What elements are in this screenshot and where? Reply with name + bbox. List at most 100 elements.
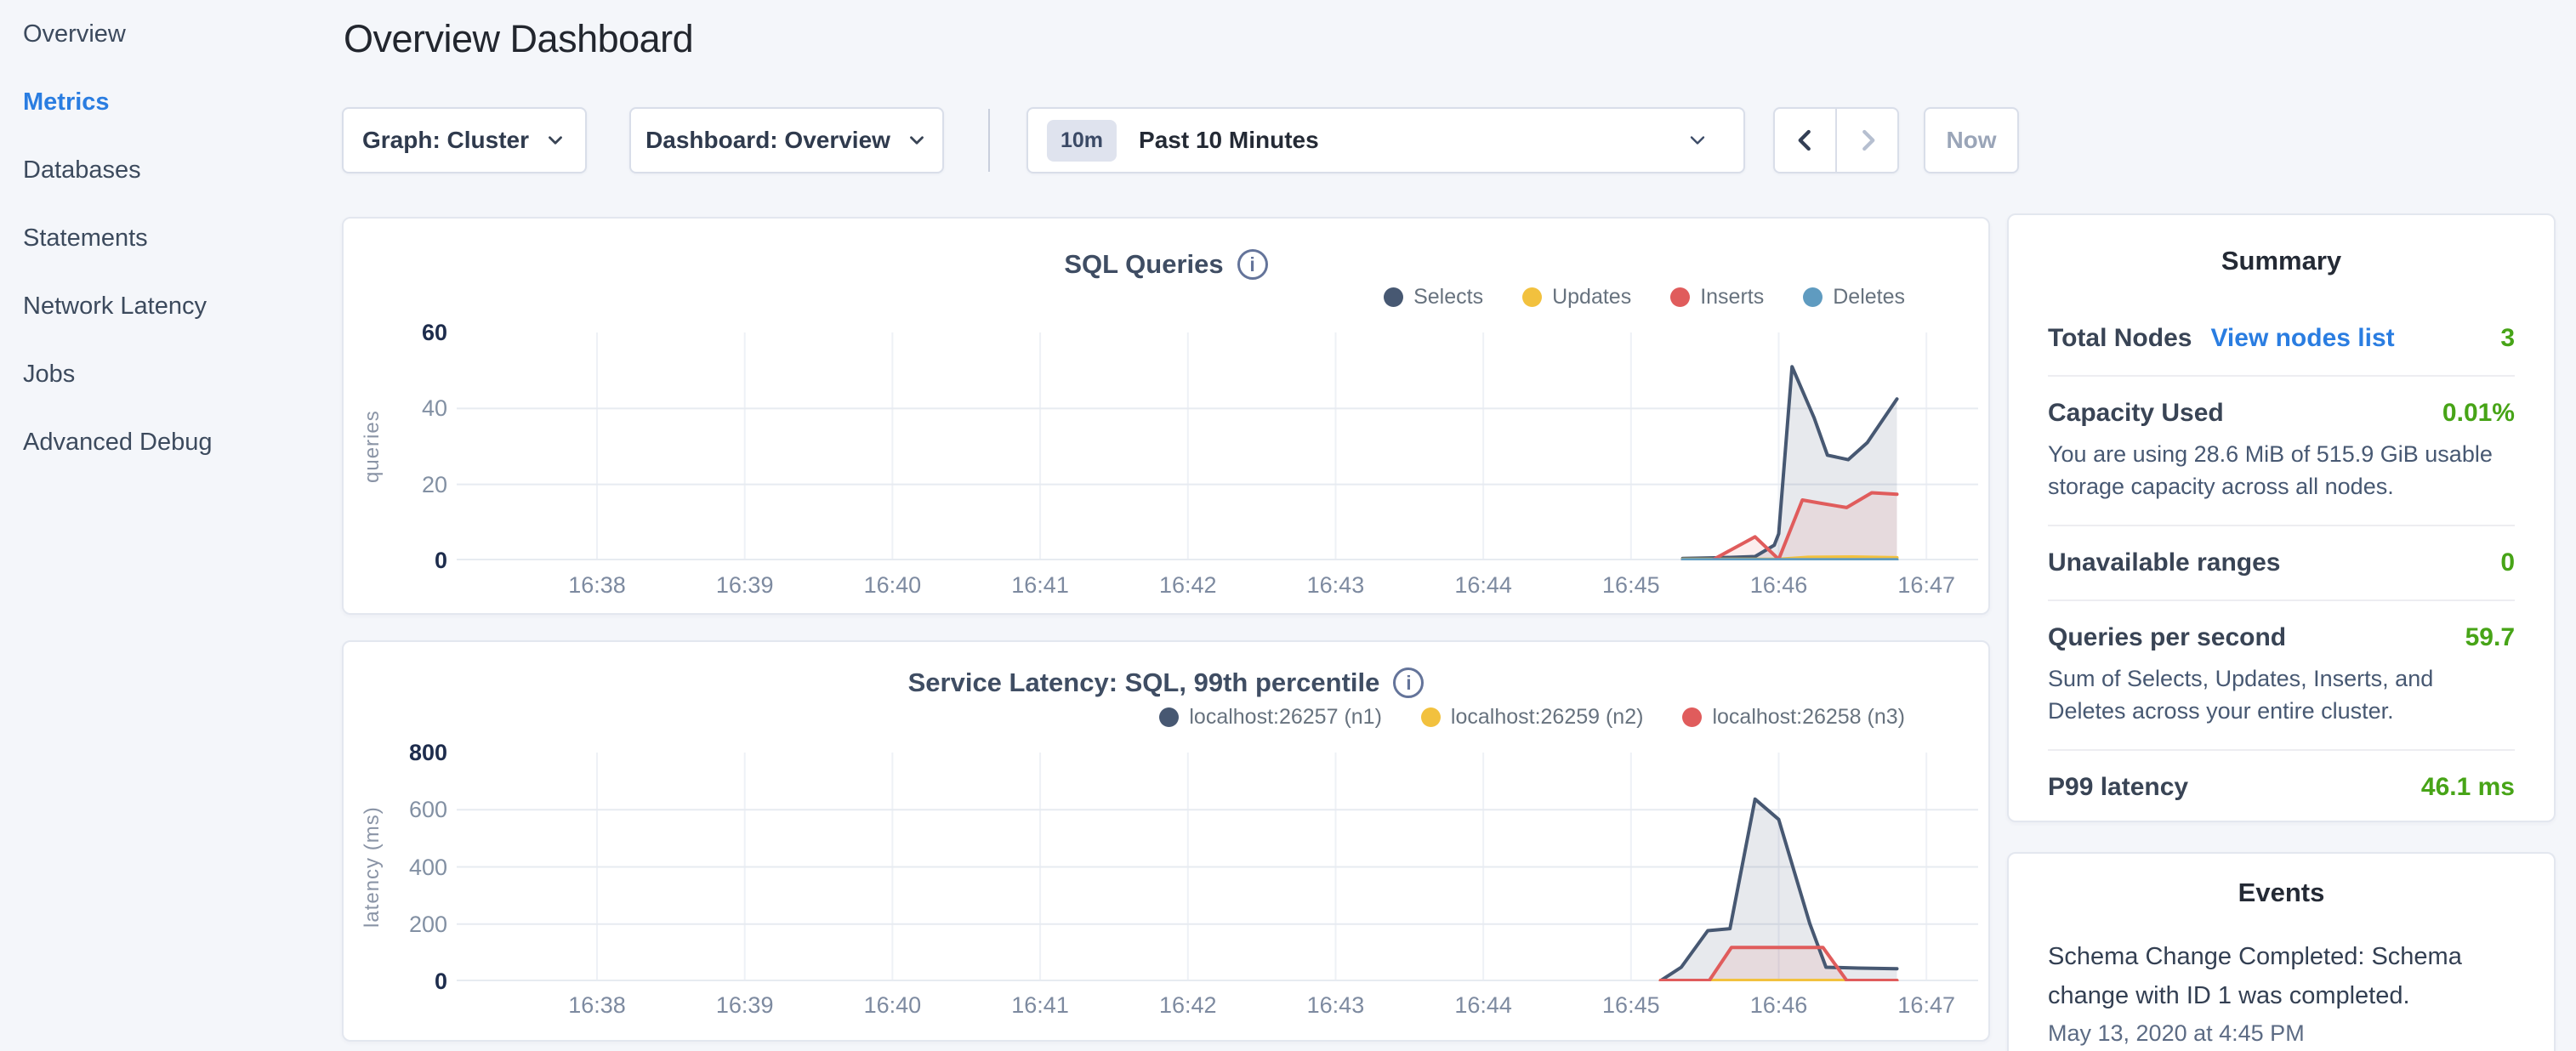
now-button[interactable]: Now xyxy=(1924,107,2019,173)
x-tick-label: 16:46 xyxy=(1728,572,1830,599)
sidebar-item-metrics[interactable]: Metrics xyxy=(0,68,332,136)
chart-canvas xyxy=(457,332,1978,560)
chevron-down-icon xyxy=(906,129,928,151)
y-tick-label: 800 xyxy=(386,740,447,765)
legend-item[interactable]: localhost:26258 (n3) xyxy=(1682,705,1905,730)
summary-row-total-nodes: Total Nodes View nodes list 3 xyxy=(2048,302,2515,375)
view-nodes-list-link[interactable]: View nodes list xyxy=(2210,324,2394,353)
chevron-down-icon xyxy=(544,129,566,151)
legend-dot-icon xyxy=(1682,707,1702,727)
legend-label: Selects xyxy=(1413,285,1483,310)
x-tick-label: 16:40 xyxy=(841,572,943,599)
summary-row-description: You are using 28.6 MiB of 515.9 GiB usab… xyxy=(2048,438,2515,503)
chart-legend: localhost:26257 (n1) localhost:26259 (n2)… xyxy=(1159,705,1905,730)
legend-label: localhost:26257 (n1) xyxy=(1189,705,1382,730)
info-icon[interactable]: i xyxy=(1237,249,1268,280)
time-step-buttons xyxy=(1773,107,1899,173)
chart-plot-area xyxy=(457,332,1978,560)
x-tick-label: 16:47 xyxy=(1875,992,1977,1019)
x-tick-label: 16:40 xyxy=(841,992,943,1019)
x-tick-label: 16:38 xyxy=(546,572,648,599)
event-text: Schema Change Completed: Schema change w… xyxy=(2048,937,2515,1015)
y-axis-unit-label: queries xyxy=(355,332,390,560)
graph-dropdown[interactable]: Graph: Cluster xyxy=(342,107,587,173)
summary-row-unavailable-ranges: Unavailable ranges 0 xyxy=(2048,525,2515,599)
service-latency-chart-panel: Service Latency: SQL, 99th percentile i … xyxy=(342,640,1990,1042)
sidebar-item-overview[interactable]: Overview xyxy=(0,0,332,68)
legend-dot-icon xyxy=(1803,287,1823,307)
legend-item[interactable]: Updates xyxy=(1522,285,1631,310)
summary-row-value: 46.1 ms xyxy=(2421,773,2515,802)
legend-dot-icon xyxy=(1384,287,1403,307)
summary-row-label: Unavailable ranges xyxy=(2048,548,2280,577)
summary-row-label: Total Nodes xyxy=(2048,324,2192,353)
events-title: Events xyxy=(2048,878,2515,908)
dashboard-dropdown-label: Dashboard: Overview xyxy=(645,127,890,154)
time-range-label: Past 10 Minutes xyxy=(1139,127,1319,154)
summary-row-label: Capacity Used xyxy=(2048,399,2224,428)
events-panel: Events Schema Change Completed: Schema c… xyxy=(2007,852,2556,1051)
sidebar-item-advanced-debug[interactable]: Advanced Debug xyxy=(0,408,332,476)
x-tick-label: 16:44 xyxy=(1432,992,1534,1019)
y-tick-label: 40 xyxy=(386,395,447,421)
x-tick-label: 16:47 xyxy=(1875,572,1977,599)
legend-label: Deletes xyxy=(1833,285,1905,310)
controls-divider xyxy=(988,109,990,172)
y-tick-label: 200 xyxy=(386,912,447,937)
x-axis-ticks: 16:3816:3916:4016:4116:4216:4316:4416:45… xyxy=(457,992,1978,1021)
x-tick-label: 16:42 xyxy=(1137,572,1239,599)
legend-item[interactable]: Selects xyxy=(1384,285,1483,310)
summary-row-queries-per-second: Queries per second 59.7 Sum of Selects, … xyxy=(2048,599,2515,749)
sidebar-item-statements[interactable]: Statements xyxy=(0,204,332,272)
y-tick-label: 400 xyxy=(386,855,447,880)
page-title: Overview Dashboard xyxy=(344,17,693,61)
sql-queries-chart-panel: SQL Queries i SelectsUpdatesInsertsDelet… xyxy=(342,217,1990,615)
y-axis-ticks: 0204060 xyxy=(386,332,447,560)
dashboard-dropdown[interactable]: Dashboard: Overview xyxy=(629,107,944,173)
chart-legend: Selects Updates Inserts Deletes xyxy=(1384,285,1905,310)
legend-label: localhost:26259 (n2) xyxy=(1451,705,1644,730)
x-tick-label: 16:45 xyxy=(1580,992,1682,1019)
summary-row-p99-latency: P99 latency 46.1 ms xyxy=(2048,749,2515,824)
x-tick-label: 16:46 xyxy=(1728,992,1830,1019)
time-window-badge: 10m xyxy=(1047,120,1117,162)
summary-row-label: P99 latency xyxy=(2048,773,2188,802)
legend-dot-icon xyxy=(1670,287,1690,307)
sidebar-item-network-latency[interactable]: Network Latency xyxy=(0,272,332,340)
sidebar-item-jobs[interactable]: Jobs xyxy=(0,340,332,408)
x-axis-ticks: 16:3816:3916:4016:4116:4216:4316:4416:45… xyxy=(457,572,1978,601)
graph-dropdown-label: Graph: Cluster xyxy=(362,127,529,154)
y-tick-label: 20 xyxy=(386,472,447,497)
event-list-item[interactable]: Schema Change Completed: Schema change w… xyxy=(2048,937,2515,1047)
x-tick-label: 16:42 xyxy=(1137,992,1239,1019)
y-tick-label: 0 xyxy=(386,548,447,573)
legend-item[interactable]: localhost:26257 (n1) xyxy=(1159,705,1382,730)
legend-item[interactable]: Deletes xyxy=(1803,285,1905,310)
info-icon[interactable]: i xyxy=(1393,668,1424,698)
legend-dot-icon xyxy=(1159,707,1179,727)
summary-panel: Summary Total Nodes View nodes list 3 Ca… xyxy=(2007,213,2556,822)
sidebar: Overview Metrics Databases Statements Ne… xyxy=(0,0,332,1051)
summary-row-value: 3 xyxy=(2500,324,2515,353)
chart-canvas xyxy=(457,753,1978,981)
summary-row-description: Sum of Selects, Updates, Inserts, and De… xyxy=(2048,662,2515,727)
time-step-forward-button[interactable] xyxy=(1835,109,1897,172)
summary-row-capacity-used: Capacity Used 0.01% You are using 28.6 M… xyxy=(2048,375,2515,525)
time-step-back-button[interactable] xyxy=(1775,109,1835,172)
sidebar-item-databases[interactable]: Databases xyxy=(0,136,332,204)
x-tick-label: 16:41 xyxy=(989,992,1091,1019)
legend-label: Inserts xyxy=(1700,285,1764,310)
chart-title: Service Latency: SQL, 99th percentile xyxy=(908,668,1380,698)
x-tick-label: 16:45 xyxy=(1580,572,1682,599)
summary-row-value: 59.7 xyxy=(2465,623,2515,652)
legend-item[interactable]: Inserts xyxy=(1670,285,1764,310)
y-tick-label: 600 xyxy=(386,797,447,822)
x-tick-label: 16:43 xyxy=(1284,992,1386,1019)
x-tick-label: 16:38 xyxy=(546,992,648,1019)
summary-title: Summary xyxy=(2048,246,2515,276)
legend-item[interactable]: localhost:26259 (n2) xyxy=(1421,705,1644,730)
time-range-dropdown[interactable]: 10m Past 10 Minutes xyxy=(1026,107,1745,173)
x-tick-label: 16:43 xyxy=(1284,572,1386,599)
legend-label: localhost:26258 (n3) xyxy=(1712,705,1905,730)
legend-label: Updates xyxy=(1552,285,1631,310)
